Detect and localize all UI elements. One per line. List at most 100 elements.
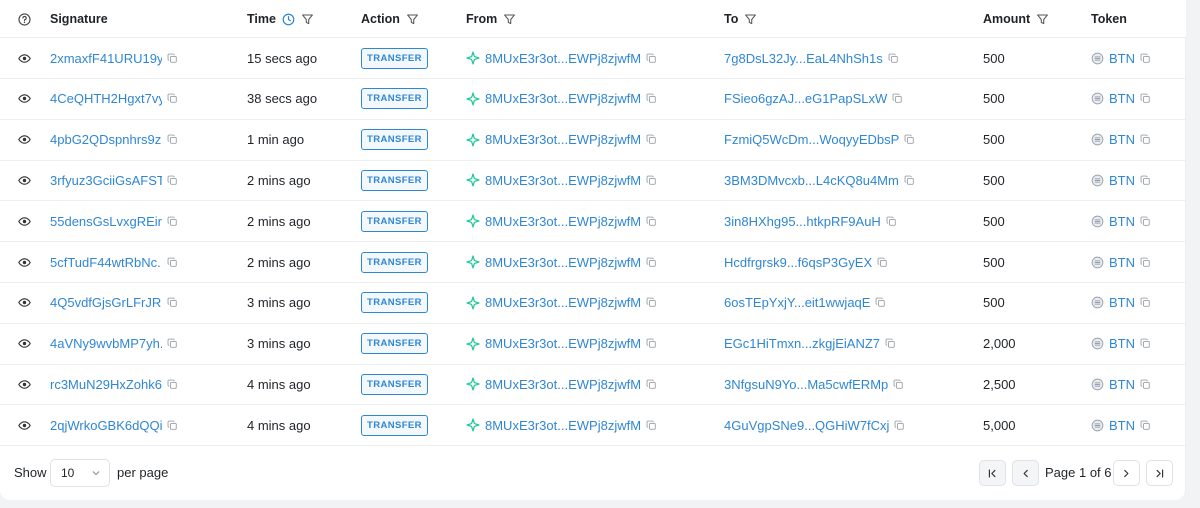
token-link[interactable]: BTN bbox=[1109, 336, 1135, 351]
page-size-select[interactable]: 10 bbox=[50, 459, 110, 487]
copy-icon[interactable] bbox=[1140, 257, 1151, 268]
copy-icon[interactable] bbox=[646, 257, 657, 268]
filter-icon[interactable] bbox=[744, 13, 757, 26]
copy-icon[interactable] bbox=[1140, 420, 1151, 431]
next-page-button[interactable] bbox=[1113, 460, 1140, 486]
copy-icon[interactable] bbox=[646, 175, 657, 186]
last-page-button[interactable] bbox=[1146, 460, 1173, 486]
copy-icon[interactable] bbox=[904, 175, 915, 186]
view-details-button[interactable] bbox=[13, 242, 35, 282]
copy-icon[interactable] bbox=[167, 53, 178, 64]
copy-icon[interactable] bbox=[1140, 134, 1151, 145]
to-address-link[interactable]: 4GuVgpSNe9...QGHiW7fCxj bbox=[724, 418, 889, 433]
token-link[interactable]: BTN bbox=[1109, 91, 1135, 106]
view-details-button[interactable] bbox=[13, 79, 35, 119]
from-address-link[interactable]: 8MUxE3r3ot...EWPj8zjwfM bbox=[485, 91, 641, 106]
token-link[interactable]: BTN bbox=[1109, 214, 1135, 229]
to-address-link[interactable]: Hcdfrgrsk9...f6qsP3GyEX bbox=[724, 255, 872, 270]
copy-icon[interactable] bbox=[894, 420, 905, 431]
filter-icon[interactable] bbox=[503, 13, 516, 26]
copy-icon[interactable] bbox=[646, 379, 657, 390]
view-details-button[interactable] bbox=[13, 160, 35, 200]
view-details-button[interactable] bbox=[13, 364, 35, 404]
token-link[interactable]: BTN bbox=[1109, 377, 1135, 392]
to-address-link[interactable]: 3NfgsuN9Yo...Ma5cwfERMp bbox=[724, 377, 888, 392]
to-address-link[interactable]: 7g8DsL32Jy...EaL4NhSh1s bbox=[724, 51, 883, 66]
from-address-link[interactable]: 8MUxE3r3ot...EWPj8zjwfM bbox=[485, 377, 641, 392]
token-link[interactable]: BTN bbox=[1109, 418, 1135, 433]
copy-icon[interactable] bbox=[1140, 93, 1151, 104]
token-link[interactable]: BTN bbox=[1109, 132, 1135, 147]
token-link[interactable]: BTN bbox=[1109, 173, 1135, 188]
signature-link[interactable]: 4aVNy9wvbMP7yh... bbox=[50, 336, 162, 351]
copy-icon[interactable] bbox=[167, 379, 178, 390]
to-address-link[interactable]: 3in8HXhg95...htkpRF9AuH bbox=[724, 214, 881, 229]
to-address-link[interactable]: FSieo6gzAJ...eG1PapSLxW bbox=[724, 91, 887, 106]
from-address-link[interactable]: 8MUxE3r3ot...EWPj8zjwfM bbox=[485, 336, 641, 351]
copy-icon[interactable] bbox=[646, 420, 657, 431]
from-address-link[interactable]: 8MUxE3r3ot...EWPj8zjwfM bbox=[485, 51, 641, 66]
copy-icon[interactable] bbox=[893, 379, 904, 390]
filter-icon[interactable] bbox=[1036, 13, 1049, 26]
first-page-button[interactable] bbox=[979, 460, 1006, 486]
signature-link[interactable]: rc3MuN29HxZohk6... bbox=[50, 377, 162, 392]
copy-icon[interactable] bbox=[892, 93, 903, 104]
from-address-link[interactable]: 8MUxE3r3ot...EWPj8zjwfM bbox=[485, 418, 641, 433]
copy-icon[interactable] bbox=[1140, 297, 1151, 308]
copy-icon[interactable] bbox=[1140, 216, 1151, 227]
view-details-button[interactable] bbox=[13, 38, 35, 78]
to-address-link[interactable]: EGc1HiTmxn...zkgjEiANZ7 bbox=[724, 336, 880, 351]
signature-link[interactable]: 4Q5vdfGjsGrLFrJR... bbox=[50, 295, 162, 310]
copy-icon[interactable] bbox=[167, 93, 178, 104]
copy-icon[interactable] bbox=[646, 53, 657, 64]
copy-icon[interactable] bbox=[167, 175, 178, 186]
signature-link[interactable]: 2xmaxfF41URU19y... bbox=[50, 51, 162, 66]
view-details-button[interactable] bbox=[13, 120, 35, 160]
copy-icon[interactable] bbox=[885, 338, 896, 349]
view-details-button[interactable] bbox=[13, 283, 35, 323]
filter-icon[interactable] bbox=[406, 13, 419, 26]
view-details-button[interactable] bbox=[13, 201, 35, 241]
from-address-link[interactable]: 8MUxE3r3ot...EWPj8zjwfM bbox=[485, 295, 641, 310]
to-address-link[interactable]: 6osTEpYxjY...eit1wwjaqE bbox=[724, 295, 870, 310]
view-details-button[interactable] bbox=[13, 405, 35, 445]
signature-link[interactable]: 3rfyuz3GciiGsAFST... bbox=[50, 173, 162, 188]
copy-icon[interactable] bbox=[646, 134, 657, 145]
help-button[interactable] bbox=[18, 0, 31, 38]
signature-link[interactable]: 4CeQHTH2Hgxt7vy... bbox=[50, 91, 162, 106]
copy-icon[interactable] bbox=[1140, 379, 1151, 390]
copy-icon[interactable] bbox=[646, 93, 657, 104]
copy-icon[interactable] bbox=[167, 257, 178, 268]
copy-icon[interactable] bbox=[1140, 338, 1151, 349]
from-address-link[interactable]: 8MUxE3r3ot...EWPj8zjwfM bbox=[485, 173, 641, 188]
copy-icon[interactable] bbox=[888, 53, 899, 64]
copy-icon[interactable] bbox=[646, 297, 657, 308]
view-details-button[interactable] bbox=[13, 324, 35, 364]
signature-link[interactable]: 5cfTudF44wtRbNc... bbox=[50, 255, 162, 270]
token-link[interactable]: BTN bbox=[1109, 51, 1135, 66]
from-address-link[interactable]: 8MUxE3r3ot...EWPj8zjwfM bbox=[485, 255, 641, 270]
copy-icon[interactable] bbox=[646, 216, 657, 227]
to-address-link[interactable]: 3BM3DMvcxb...L4cKQ8u4Mm bbox=[724, 173, 899, 188]
copy-icon[interactable] bbox=[904, 134, 915, 145]
copy-icon[interactable] bbox=[646, 338, 657, 349]
copy-icon[interactable] bbox=[167, 338, 178, 349]
previous-page-button[interactable] bbox=[1012, 460, 1039, 486]
token-link[interactable]: BTN bbox=[1109, 255, 1135, 270]
token-link[interactable]: BTN bbox=[1109, 295, 1135, 310]
from-address-link[interactable]: 8MUxE3r3ot...EWPj8zjwfM bbox=[485, 214, 641, 229]
signature-link[interactable]: 2qjWrkoGBK6dQQit... bbox=[50, 418, 162, 433]
signature-link[interactable]: 4pbG2QDspnhrs9z... bbox=[50, 132, 162, 147]
copy-icon[interactable] bbox=[1140, 53, 1151, 64]
copy-icon[interactable] bbox=[877, 257, 888, 268]
from-address-link[interactable]: 8MUxE3r3ot...EWPj8zjwfM bbox=[485, 132, 641, 147]
copy-icon[interactable] bbox=[886, 216, 897, 227]
copy-icon[interactable] bbox=[167, 134, 178, 145]
copy-icon[interactable] bbox=[167, 420, 178, 431]
copy-icon[interactable] bbox=[167, 216, 178, 227]
copy-icon[interactable] bbox=[875, 297, 886, 308]
copy-icon[interactable] bbox=[167, 297, 178, 308]
to-address-link[interactable]: FzmiQ5WcDm...WoqyyEDbsP bbox=[724, 132, 899, 147]
copy-icon[interactable] bbox=[1140, 175, 1151, 186]
clock-icon[interactable] bbox=[282, 13, 295, 26]
